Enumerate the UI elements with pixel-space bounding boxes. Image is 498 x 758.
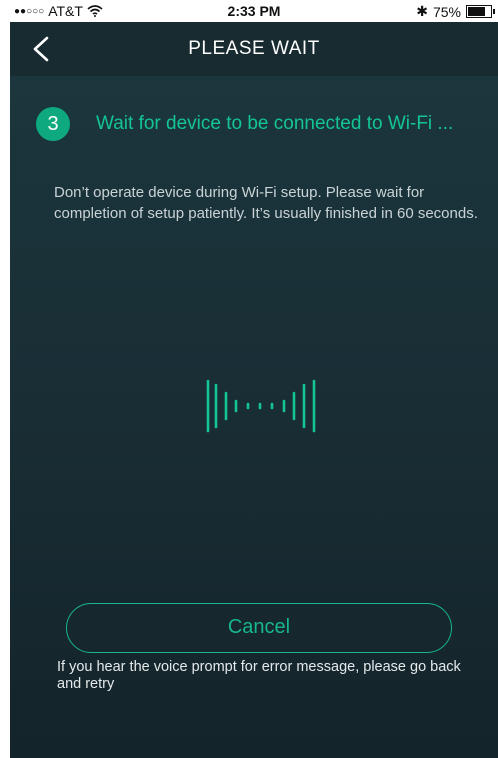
status-bar: ●●○○○ AT&T 2:33 PM ✱ 75% — [10, 0, 498, 22]
navigation-bar: PLEASE WAIT — [10, 22, 498, 76]
error-hint-text: If you hear the voice prompt for error m… — [57, 659, 461, 692]
battery-icon — [466, 5, 495, 18]
battery-percent: 75% — [432, 3, 461, 20]
sound-wave-icon — [206, 379, 316, 433]
battery-fill — [468, 7, 485, 16]
step-description: Don’t operate device during Wi-Fi setup.… — [54, 184, 478, 222]
page-title: PLEASE WAIT — [188, 38, 320, 59]
status-bar-right: ✱ 75% — [416, 3, 495, 20]
cancel-button[interactable]: Cancel — [66, 603, 452, 653]
app-screen: ●●○○○ AT&T 2:33 PM ✱ 75% PLEASE WAIT 3 W… — [10, 0, 498, 758]
step-title: Wait for device to be connected to Wi-Fi… — [96, 113, 454, 134]
step-number-badge: 3 — [36, 107, 70, 141]
bluetooth-icon: ✱ — [416, 3, 428, 19]
